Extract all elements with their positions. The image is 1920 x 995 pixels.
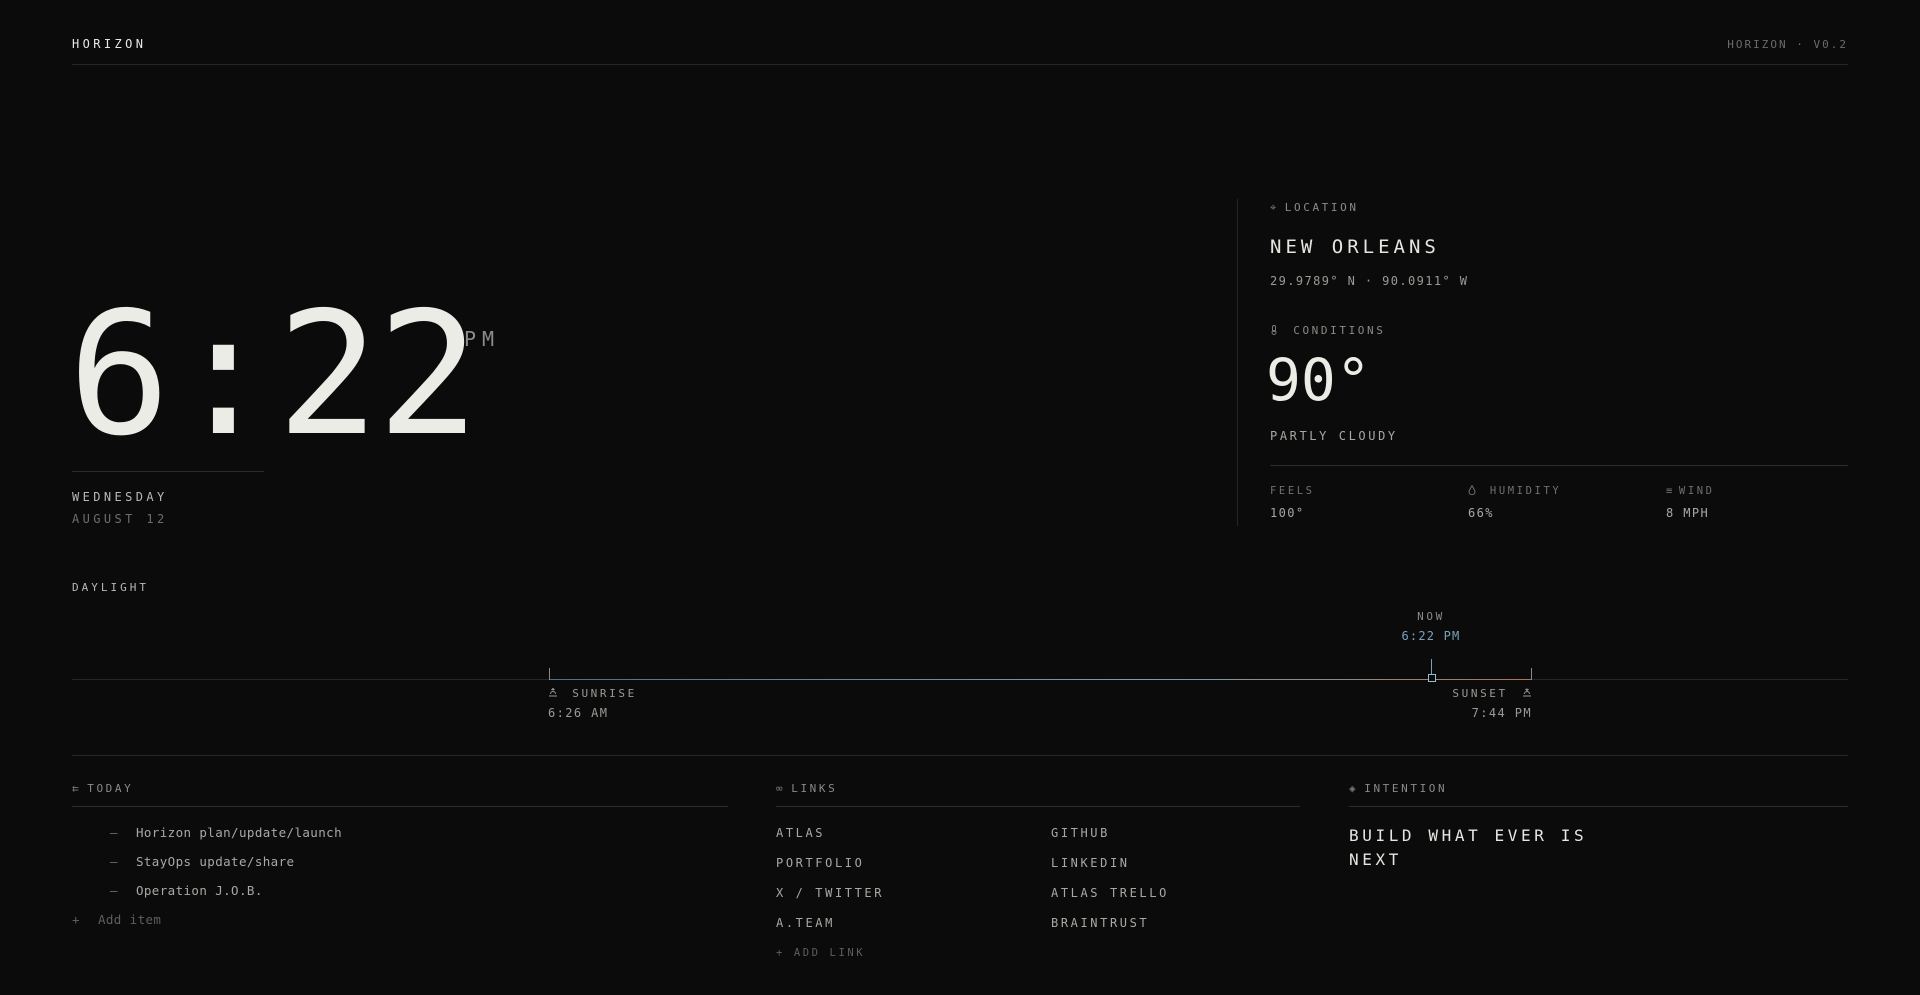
- daylight-progress: [550, 679, 1531, 680]
- intention-title: INTENTION: [1364, 782, 1448, 795]
- now-tick: [1431, 659, 1432, 675]
- sunset-time: 7:44 PM: [1471, 706, 1532, 720]
- wind-value: 8 MPH: [1666, 506, 1710, 520]
- today-divider: [72, 806, 728, 807]
- crosshair-icon: ⌖: [1270, 201, 1279, 214]
- todo-dash: —: [110, 854, 118, 869]
- sunrise-label-row: SUNRISE: [548, 687, 637, 700]
- wind-label-row: ≡ WIND: [1666, 485, 1715, 497]
- links-title-row: ∞ LINKS: [776, 782, 837, 795]
- now-marker: [1428, 674, 1436, 682]
- todo-text: Operation J.O.B.: [135, 883, 263, 898]
- thermometer-icon: [1270, 324, 1287, 337]
- add-item-button[interactable]: + Add item: [72, 912, 161, 927]
- sunrise-icon: [548, 687, 567, 700]
- todo-dash: —: [110, 825, 118, 840]
- clock-day: WEDNESDAY: [72, 490, 168, 504]
- now-time: 6:22 PM: [1401, 629, 1461, 643]
- today-title-row: ⇇ TODAY: [72, 782, 133, 795]
- wind-label: WIND: [1678, 485, 1715, 497]
- section-divider: [72, 755, 1848, 756]
- links-divider: [776, 806, 1300, 807]
- clock-date: AUGUST 12: [72, 512, 168, 526]
- droplet-icon: [1468, 484, 1485, 497]
- conditions-divider: [1270, 465, 1848, 466]
- link-icon: ∞: [776, 782, 786, 795]
- now-label: NOW: [1417, 610, 1445, 623]
- conditions-label-row: CONDITIONS: [1270, 324, 1385, 337]
- list-icon: ⇇: [72, 782, 82, 795]
- location-coords: 29.9789° N · 90.0911° W: [1270, 274, 1469, 288]
- humidity-label: HUMIDITY: [1489, 485, 1562, 497]
- clock-hours: 6: [68, 276, 170, 474]
- location-city: NEW ORLEANS: [1270, 236, 1440, 258]
- sunset-label-row: SUNSET: [1440, 687, 1532, 700]
- app-brand: HORIZON: [72, 37, 147, 51]
- humidity-value: 66%: [1468, 506, 1494, 520]
- panel-divider: [1237, 199, 1238, 526]
- add-link-button[interactable]: + ADD LINK: [776, 947, 865, 959]
- link-linkedin[interactable]: LINKEDIN: [1051, 856, 1130, 870]
- sunset-tick: [1531, 668, 1532, 680]
- link-a-team[interactable]: A.TEAM: [776, 916, 835, 930]
- intention-divider: [1349, 806, 1848, 807]
- location-label: LOCATION: [1284, 201, 1359, 214]
- header-divider: [72, 64, 1848, 65]
- app-version: HORIZON · V0.2: [1727, 38, 1848, 51]
- intention-text[interactable]: BUILD WHAT EVER IS NEXT: [1349, 824, 1619, 872]
- clock-ampm: PM: [464, 327, 501, 351]
- diamond-icon: ◈: [1349, 782, 1359, 795]
- clock-minutes: 22: [276, 276, 480, 474]
- link-atlas-trello[interactable]: ATLAS TRELLO: [1051, 886, 1169, 900]
- sunset-label: SUNSET: [1452, 687, 1508, 700]
- sunrise-time: 6:26 AM: [548, 706, 609, 720]
- location-label-row: ⌖ LOCATION: [1270, 201, 1359, 215]
- daylight-label: DAYLIGHT: [72, 581, 149, 594]
- sunrise-tick: [549, 668, 550, 680]
- sunset-icon: [1513, 687, 1532, 700]
- wind-icon: ≡: [1666, 485, 1675, 497]
- todo-item[interactable]: — Horizon plan/update/launch: [110, 825, 342, 840]
- conditions-summary: PARTLY CLOUDY: [1270, 429, 1398, 443]
- todo-dash: —: [110, 883, 118, 898]
- plus-icon: +: [72, 912, 80, 927]
- sunrise-label: SUNRISE: [572, 687, 637, 700]
- clock-display: 6:22: [68, 276, 479, 474]
- todo-item[interactable]: — StayOps update/share: [110, 854, 294, 869]
- add-item-label: Add item: [97, 912, 162, 927]
- link-atlas[interactable]: ATLAS: [776, 826, 825, 840]
- link-github[interactable]: GITHUB: [1051, 826, 1110, 840]
- clock-divider: [72, 471, 264, 472]
- todo-item[interactable]: — Operation J.O.B.: [110, 883, 263, 898]
- link-braintrust[interactable]: BRAINTRUST: [1051, 916, 1149, 930]
- link-portfolio[interactable]: PORTFOLIO: [776, 856, 864, 870]
- today-title: TODAY: [87, 782, 134, 795]
- todo-text: StayOps update/share: [135, 854, 295, 869]
- clock-colon: :: [172, 276, 274, 474]
- temperature-value: 90°: [1266, 346, 1371, 414]
- todo-text: Horizon plan/update/launch: [135, 825, 343, 840]
- feels-value: 100°: [1270, 506, 1305, 520]
- conditions-label: CONDITIONS: [1293, 324, 1386, 337]
- intention-title-row: ◈ INTENTION: [1349, 782, 1447, 795]
- feels-label: FEELS: [1270, 485, 1315, 497]
- humidity-label-row: HUMIDITY: [1468, 484, 1562, 497]
- links-title: LINKS: [791, 782, 838, 795]
- link-twitter[interactable]: X / TWITTER: [776, 886, 884, 900]
